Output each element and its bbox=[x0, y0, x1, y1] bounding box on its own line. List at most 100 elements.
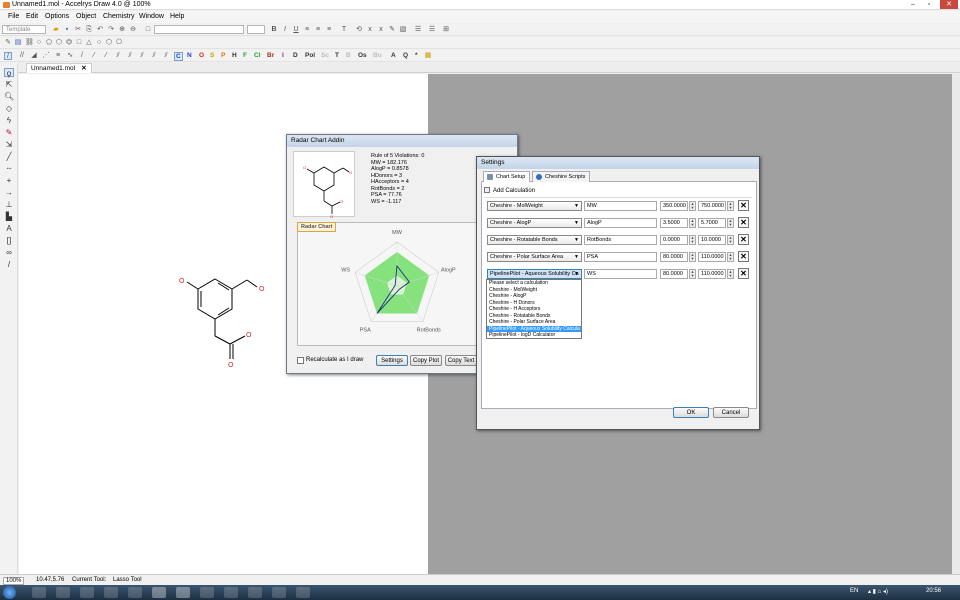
max-field[interactable]: 110.0000 bbox=[698, 252, 726, 262]
eraser-tool-icon[interactable]: ◇ bbox=[4, 104, 14, 113]
max-spinner[interactable]: ▲ ▼ bbox=[727, 201, 734, 211]
max-spinner[interactable]: ▲ ▼ bbox=[727, 235, 734, 245]
taskbar-app-5[interactable] bbox=[128, 587, 142, 598]
element-p[interactable]: P bbox=[221, 52, 225, 59]
tab-cheshire-scripts[interactable]: Cheshire Scripts bbox=[532, 171, 591, 182]
close-window-button[interactable]: ✕ bbox=[940, 0, 958, 9]
taskbar-app-10[interactable] bbox=[248, 587, 262, 598]
arrow-tool-icon[interactable]: → bbox=[4, 188, 14, 197]
cyclopentane-icon[interactable]: ⬠ bbox=[45, 39, 53, 47]
element-q[interactable]: Q bbox=[403, 52, 408, 59]
calculation-select[interactable]: Cheshire - Rotatable Bonds ▼ bbox=[487, 235, 582, 245]
cyclobutane-icon[interactable]: □ bbox=[75, 39, 83, 47]
element-c[interactable]: C bbox=[174, 52, 183, 61]
taskbar-app-6[interactable] bbox=[152, 587, 166, 598]
taskbar-app-3[interactable] bbox=[80, 587, 94, 598]
align-right-icon[interactable]: ≡ bbox=[325, 26, 333, 34]
triple-bond-icon[interactable]: ≡ bbox=[54, 52, 62, 60]
underline-icon[interactable]: U bbox=[292, 26, 300, 34]
element-d[interactable]: D bbox=[293, 52, 298, 59]
maximize-button[interactable]: ▫ bbox=[922, 0, 936, 9]
cyclohexane-icon[interactable]: ⬡ bbox=[55, 39, 63, 47]
chart-tool-icon[interactable]: ▙ bbox=[4, 212, 14, 221]
min-spinner[interactable]: ▲ ▼ bbox=[689, 235, 696, 245]
any-bond-icon[interactable]: ⫽ bbox=[114, 52, 122, 60]
frame-icon[interactable]: □ bbox=[144, 26, 152, 34]
cyclopropane-icon[interactable]: ○ bbox=[35, 39, 43, 47]
max-spinner[interactable]: ▲ ▼ bbox=[727, 218, 734, 228]
hash-bond-icon[interactable]: ⋰ bbox=[42, 52, 50, 60]
menu-options[interactable]: Options bbox=[45, 13, 69, 20]
abbreviation-field[interactable]: PSA bbox=[584, 252, 657, 262]
menu-chemistry[interactable]: Chemistry bbox=[103, 13, 135, 20]
ring-bond-icon[interactable]: ⫽ bbox=[162, 52, 170, 60]
font-combo[interactable] bbox=[154, 25, 244, 34]
subscript-icon[interactable]: x bbox=[366, 26, 374, 34]
element-i[interactable]: I bbox=[282, 52, 284, 59]
atom-map-tool-icon[interactable]: ✎ bbox=[4, 128, 14, 137]
save-icon[interactable]: ▪ bbox=[63, 26, 71, 34]
tray-icons[interactable]: ▴ ▮ ⌂ ◂) bbox=[868, 588, 888, 595]
element-b[interactable]: B bbox=[346, 52, 351, 59]
bold-icon[interactable]: B bbox=[270, 26, 278, 34]
rgroup-tool-icon[interactable]: ∞ bbox=[4, 248, 14, 257]
abbreviation-field[interactable]: MW bbox=[584, 201, 657, 211]
min-spinner[interactable]: ▲ ▼ bbox=[689, 269, 696, 279]
pen-tool-icon[interactable]: / bbox=[4, 260, 14, 269]
element-sc[interactable]: Sc bbox=[321, 52, 329, 59]
double-either-icon[interactable]: ⫽ bbox=[150, 52, 158, 60]
group-icon[interactable]: ⊞ bbox=[442, 26, 450, 34]
align-center-icon[interactable]: ≡ bbox=[314, 26, 322, 34]
language-indicator[interactable]: EN bbox=[850, 588, 858, 594]
max-spinner[interactable]: ▲ ▼ bbox=[727, 252, 734, 262]
menu-help[interactable]: Help bbox=[170, 13, 184, 20]
redo-icon[interactable]: ↷ bbox=[107, 26, 115, 34]
copy-text-button[interactable]: Copy Text bbox=[445, 355, 477, 366]
element-s[interactable]: S bbox=[210, 52, 214, 59]
italic-icon[interactable]: I bbox=[281, 26, 289, 34]
brackets-tool-icon[interactable]: [] bbox=[4, 236, 14, 245]
element-br[interactable]: Br bbox=[267, 52, 274, 59]
vertical-scrollbar[interactable] bbox=[952, 74, 960, 574]
text-tool-icon[interactable]: A bbox=[4, 224, 14, 233]
min-spinner[interactable]: ▲ ▼ bbox=[689, 201, 696, 211]
rxn-tool-icon[interactable]: ⇲ bbox=[4, 140, 14, 149]
rotate-icon[interactable]: ⟲ bbox=[355, 26, 363, 34]
close-tab-icon[interactable]: ✕ bbox=[81, 65, 86, 72]
template-combo[interactable]: Template bbox=[2, 25, 46, 34]
abbreviation-field[interactable]: RotBonds bbox=[584, 235, 657, 245]
aromatic-bond-icon[interactable]: ⁄ bbox=[102, 52, 110, 60]
remove-row-button[interactable]: ✕ bbox=[738, 200, 749, 211]
remove-row-button[interactable]: ✕ bbox=[738, 234, 749, 245]
line-tool-icon[interactable]: ╱ bbox=[4, 152, 14, 161]
abbreviation-field[interactable]: WS bbox=[584, 269, 657, 279]
max-field[interactable]: 10.0000 bbox=[698, 235, 726, 245]
clock[interactable]: 20:56 bbox=[926, 588, 941, 594]
calculation-select[interactable]: Cheshire - MolWeight ▼ bbox=[487, 201, 582, 211]
element-f[interactable]: F bbox=[243, 52, 247, 59]
open-icon[interactable]: ▰ bbox=[52, 26, 60, 34]
heptagon-icon[interactable]: ○ bbox=[95, 39, 103, 47]
min-spinner[interactable]: ▲ ▼ bbox=[689, 252, 696, 262]
cancel-button[interactable]: Cancel bbox=[713, 407, 749, 418]
zoom-tool-icon[interactable]: 🔍︎ bbox=[4, 92, 14, 101]
element-cl[interactable]: Cl bbox=[254, 52, 261, 59]
cyclohexane-chair-icon[interactable]: ⎔ bbox=[115, 39, 123, 47]
benzene-icon[interactable]: ⏣ bbox=[65, 39, 73, 47]
undo-icon[interactable]: ↶ bbox=[96, 26, 104, 34]
dashed-bond-icon[interactable]: ⁄ bbox=[90, 52, 98, 60]
menu-edit[interactable]: Edit bbox=[26, 13, 38, 20]
align-left-icon[interactable]: ≡ bbox=[303, 26, 311, 34]
text-color-icon[interactable]: T bbox=[340, 26, 348, 34]
dropdown-option[interactable]: PipelinePilot - logD Calculator bbox=[487, 332, 581, 339]
min-field[interactable]: 3.5000 bbox=[660, 218, 688, 228]
element-t[interactable]: T bbox=[335, 52, 339, 59]
element-n[interactable]: N bbox=[187, 52, 192, 59]
radar-chart-tab[interactable]: Radar Chart bbox=[297, 222, 337, 232]
copy-icon[interactable]: ⎘ bbox=[85, 26, 93, 34]
wavy-bond-icon[interactable]: ∿ bbox=[66, 52, 74, 60]
superscript-icon[interactable]: x bbox=[377, 26, 385, 34]
calculation-select[interactable]: Cheshire - Polar Surface Area ▼ bbox=[487, 252, 582, 262]
ok-button[interactable]: OK bbox=[673, 407, 709, 418]
add-calculation-button[interactable]: Add Calculation bbox=[484, 187, 535, 194]
